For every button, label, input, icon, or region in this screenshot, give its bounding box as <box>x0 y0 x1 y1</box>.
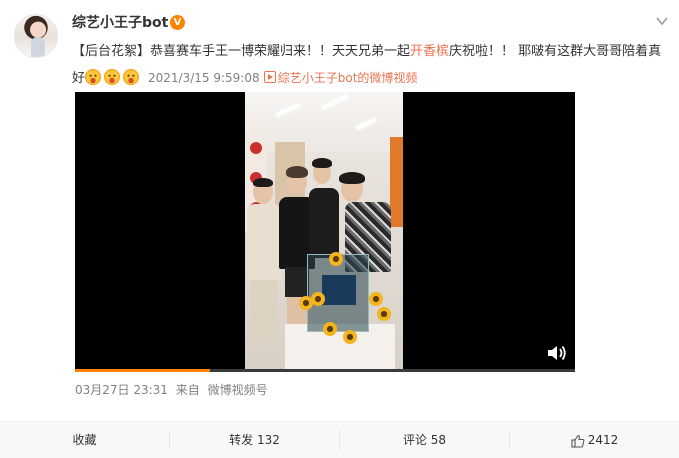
post-via-source[interactable]: 微博视频号 <box>208 383 268 397</box>
comment-label: 评论 <box>402 433 427 447</box>
video-person-legs <box>285 267 309 297</box>
emoji-icon <box>85 69 102 85</box>
comment-count: 58 <box>430 433 447 447</box>
repost-count: 132 <box>256 433 280 447</box>
chevron-down-icon[interactable] <box>655 14 669 28</box>
avatar-figure <box>31 37 45 57</box>
post-text-main: 【后台花絮】恭喜赛车手王一博荣耀归来！！天天兄弟一起 <box>72 44 411 59</box>
action-bar: 收藏 转发 132 评论 58 2412 <box>0 421 679 458</box>
sunflower-icon <box>299 296 313 310</box>
sunflower-icon <box>377 307 391 321</box>
weibo-post-card: 综艺小王子bot V 【后台花絮】恭喜赛车手王一博荣耀归来！！天天兄弟一起开香槟… <box>0 0 679 458</box>
video-progress-fill <box>75 369 210 372</box>
repost-label: 转发 <box>229 433 254 447</box>
volume-icon[interactable] <box>547 344 567 362</box>
video-person-legs <box>251 280 277 342</box>
sunflower-icon <box>329 252 343 266</box>
video-person <box>247 204 281 282</box>
video-scene-wall <box>390 137 403 227</box>
sunflower-icon <box>343 330 357 344</box>
emoji-icon <box>123 69 140 85</box>
post-text: 【后台花絮】恭喜赛车手王一博荣耀归来！！天天兄弟一起开香槟庆祝啦！！ 耶啵有这群… <box>72 38 662 92</box>
video-person-hair <box>312 158 332 168</box>
video-person-hair <box>339 172 365 184</box>
favorite-label: 收藏 <box>72 433 97 447</box>
video-person-hair <box>253 178 273 187</box>
verified-badge-icon: V <box>170 15 185 30</box>
post-timestamp: 2021/3/15 9:59:08 <box>148 71 260 85</box>
video-scene-ceiling <box>245 92 403 152</box>
video-source-label: 综艺小王子bot的微博视频 <box>277 71 418 85</box>
video-source-link[interactable]: 综艺小王子bot的微博视频 <box>263 71 418 85</box>
post-text-highlight[interactable]: 开香槟 <box>410 44 449 59</box>
video-person-hair <box>286 166 308 178</box>
sunflower-icon <box>369 292 383 306</box>
video-scene-box-inner <box>322 275 356 305</box>
favorite-button[interactable]: 收藏 <box>0 422 169 458</box>
avatar[interactable] <box>14 14 58 58</box>
post-date[interactable]: 03月27日 23:31 <box>75 383 168 397</box>
post-via-prefix: 来自 <box>175 383 200 397</box>
comment-button[interactable]: 评论 58 <box>340 422 509 458</box>
post-meta: 03月27日 23:31 来自 微博视频号 <box>75 382 272 398</box>
video-frame <box>245 92 403 372</box>
repost-button[interactable]: 转发 132 <box>170 422 339 458</box>
sunflower-icon <box>311 292 325 306</box>
username[interactable]: 综艺小王子bot <box>72 14 168 32</box>
video-icon <box>263 71 276 83</box>
video-person <box>309 188 339 258</box>
video-player[interactable] <box>75 92 575 372</box>
emoji-icon <box>104 69 121 85</box>
thumbs-up-icon <box>571 434 585 448</box>
sunflower-icon <box>323 322 337 336</box>
like-count: 2412 <box>587 433 619 447</box>
like-button[interactable]: 2412 <box>510 422 679 458</box>
